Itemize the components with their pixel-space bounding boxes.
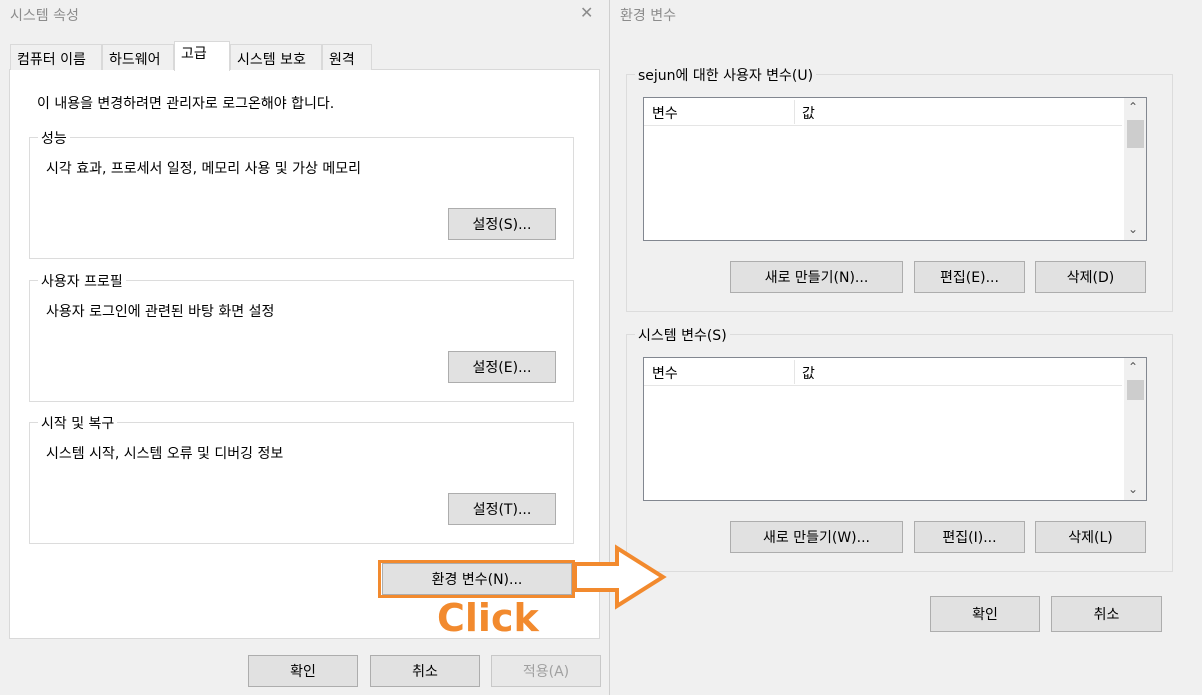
system-delete-button[interactable]: 삭제(L): [1035, 521, 1146, 553]
system-new-button[interactable]: 새로 만들기(W)...: [730, 521, 903, 553]
cancel-button[interactable]: 취소: [370, 655, 480, 687]
apply-button[interactable]: 적용(A): [491, 655, 601, 687]
column-divider: [794, 100, 795, 124]
user-edit-button[interactable]: 편집(E)...: [914, 261, 1025, 293]
system-edit-button[interactable]: 편집(I)...: [914, 521, 1025, 553]
column-value[interactable]: 값: [802, 103, 815, 123]
scrollbar-thumb[interactable]: [1127, 120, 1144, 148]
close-icon[interactable]: ✕: [580, 3, 593, 22]
chevron-up-icon[interactable]: ⌃: [1128, 100, 1138, 114]
user-delete-button[interactable]: 삭제(D): [1035, 261, 1146, 293]
vertical-scrollbar[interactable]: ⌃ ⌄: [1124, 358, 1146, 500]
admin-note: 이 내용을 변경하려면 관리자로 로그온해야 합니다.: [37, 96, 335, 112]
startup-recovery-description: 시스템 시작, 시스템 오류 및 디버깅 정보: [46, 446, 284, 462]
column-divider: [794, 360, 795, 384]
vertical-scrollbar[interactable]: ⌃ ⌄: [1124, 98, 1146, 240]
click-annotation-label: Click: [437, 596, 539, 640]
tab-computer-name[interactable]: 컴퓨터 이름: [10, 44, 102, 70]
startup-recovery-group: 시작 및 복구 시스템 시작, 시스템 오류 및 디버깅 정보: [29, 413, 574, 544]
window-title: 환경 변수: [620, 8, 676, 24]
env-cancel-button[interactable]: 취소: [1051, 596, 1162, 632]
chevron-down-icon[interactable]: ⌄: [1128, 482, 1138, 496]
list-header: 변수 값: [644, 98, 1122, 126]
list-header: 변수 값: [644, 358, 1122, 386]
tab-hardware[interactable]: 하드웨어: [102, 44, 174, 70]
user-variables-title: sejun에 대한 사용자 변수(U): [635, 65, 817, 85]
window-title: 시스템 속성: [10, 8, 79, 24]
startup-recovery-title: 시작 및 복구: [38, 413, 118, 433]
performance-group: 성능 시각 효과, 프로세서 일정, 메모리 사용 및 가상 메모리: [29, 128, 574, 259]
user-profile-description: 사용자 로그인에 관련된 바탕 화면 설정: [46, 304, 275, 320]
chevron-down-icon[interactable]: ⌄: [1128, 222, 1138, 236]
performance-title: 성능: [38, 128, 70, 148]
tab-remote[interactable]: 원격: [322, 44, 372, 70]
right-arrow-icon: [573, 544, 667, 610]
ok-button[interactable]: 확인: [248, 655, 358, 687]
user-new-button[interactable]: 새로 만들기(N)...: [730, 261, 903, 293]
tab-system-protection[interactable]: 시스템 보호: [230, 44, 322, 70]
startup-recovery-settings-button[interactable]: 설정(T)...: [448, 493, 556, 525]
column-value[interactable]: 값: [802, 363, 815, 383]
highlight-box: [378, 560, 575, 598]
system-variables-list[interactable]: 변수 값 ⌃ ⌄: [643, 357, 1147, 501]
scrollbar-thumb[interactable]: [1127, 380, 1144, 400]
user-variables-list[interactable]: 변수 값 ⌃ ⌄: [643, 97, 1147, 241]
user-profile-group: 사용자 프로필 사용자 로그인에 관련된 바탕 화면 설정: [29, 271, 574, 402]
performance-settings-button[interactable]: 설정(S)...: [448, 208, 556, 240]
column-variable[interactable]: 변수: [652, 363, 678, 383]
tab-advanced[interactable]: 고급: [174, 41, 230, 71]
performance-description: 시각 효과, 프로세서 일정, 메모리 사용 및 가상 메모리: [46, 161, 361, 177]
column-variable[interactable]: 변수: [652, 103, 678, 123]
chevron-up-icon[interactable]: ⌃: [1128, 360, 1138, 374]
user-profile-title: 사용자 프로필: [38, 271, 126, 291]
system-variables-title: 시스템 변수(S): [635, 325, 730, 345]
environment-variables-window: 환경 변수 sejun에 대한 사용자 변수(U) 변수 값 ⌃ ⌄ 새로 만들…: [609, 0, 1202, 695]
env-ok-button[interactable]: 확인: [930, 596, 1040, 632]
user-profile-settings-button[interactable]: 설정(E)...: [448, 351, 556, 383]
